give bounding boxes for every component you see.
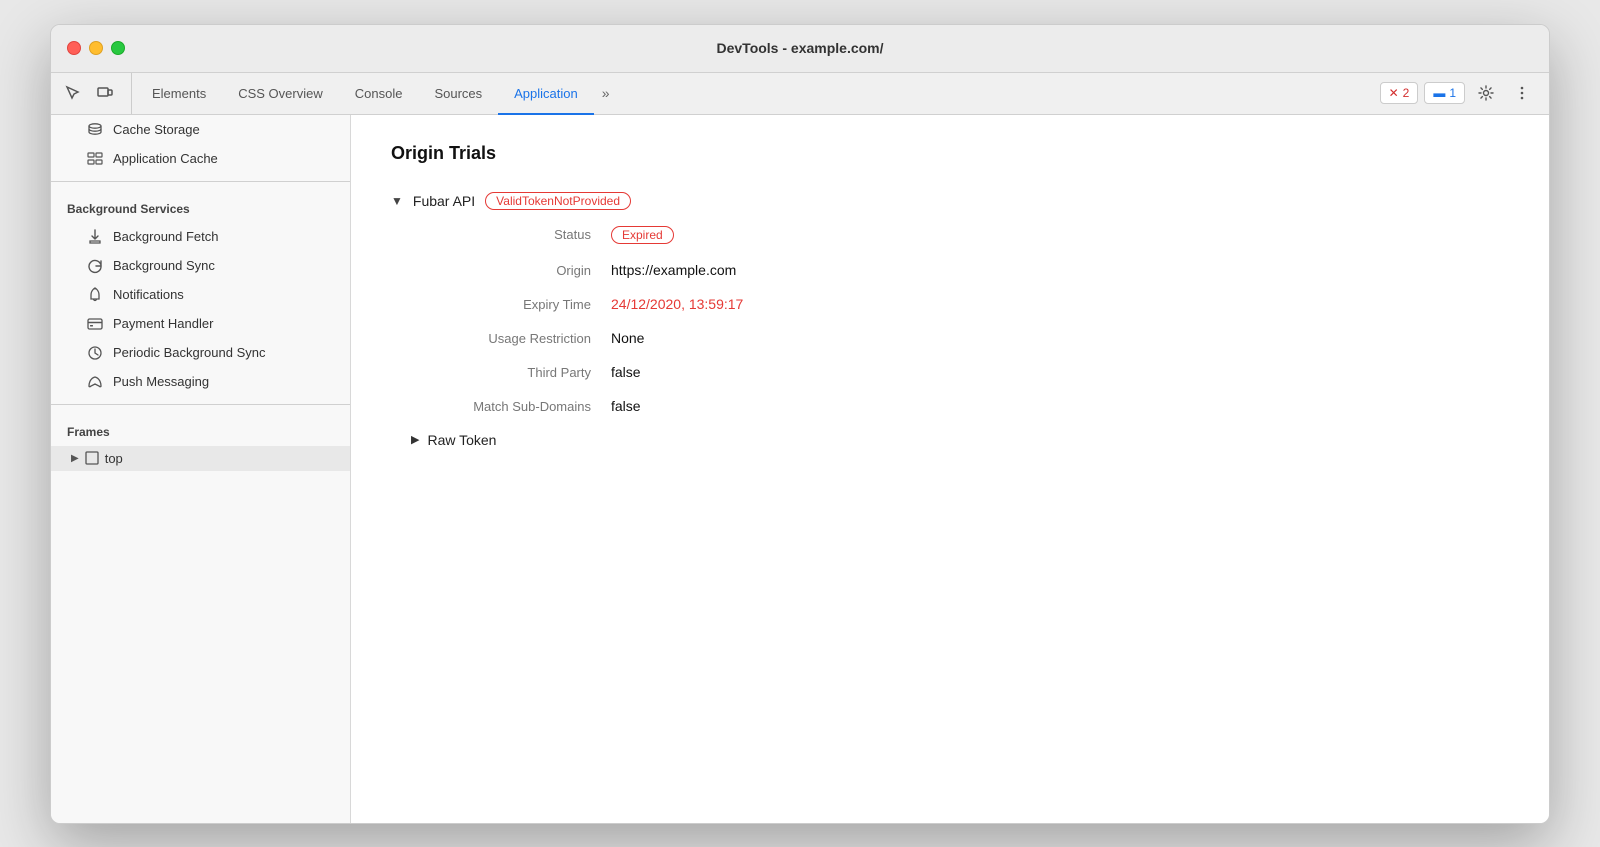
settings-button[interactable] bbox=[1471, 78, 1501, 108]
third-party-value: false bbox=[611, 364, 641, 380]
background-fetch-icon bbox=[87, 229, 103, 245]
cache-storage-icon bbox=[87, 122, 103, 138]
origin-value: https://example.com bbox=[611, 262, 736, 278]
toolbar-icons bbox=[59, 73, 132, 114]
periodic-bg-sync-icon bbox=[87, 345, 103, 361]
usage-label: Usage Restriction bbox=[411, 331, 611, 346]
background-services-header: Background Services bbox=[51, 190, 350, 222]
detail-row-origin: Origin https://example.com bbox=[411, 262, 1111, 278]
frames-top-item[interactable]: ▶ top bbox=[51, 446, 350, 471]
third-party-label: Third Party bbox=[411, 365, 611, 380]
detail-row-expiry: Expiry Time 24/12/2020, 13:59:17 bbox=[411, 296, 1111, 312]
title-bar: DevTools - example.com/ bbox=[51, 25, 1549, 73]
api-header: ▼ Fubar API ValidTokenNotProvided bbox=[391, 192, 1509, 210]
tab-application[interactable]: Application bbox=[498, 74, 594, 115]
tab-console[interactable]: Console bbox=[339, 74, 419, 115]
notifications-label: Notifications bbox=[113, 287, 184, 302]
background-sync-label: Background Sync bbox=[113, 258, 215, 273]
tabs: Elements CSS Overview Console Sources Ap… bbox=[136, 73, 1368, 114]
sidebar-item-cache-storage[interactable]: Cache Storage bbox=[55, 116, 346, 144]
window-title: DevTools - example.com/ bbox=[716, 40, 883, 56]
tab-elements[interactable]: Elements bbox=[136, 74, 222, 115]
sidebar: Cache Storage Application Cache Backgrou… bbox=[51, 115, 351, 823]
tab-sources[interactable]: Sources bbox=[418, 74, 498, 115]
more-options-button[interactable] bbox=[1507, 78, 1537, 108]
raw-token-toggle-icon[interactable]: ▶ bbox=[411, 433, 419, 446]
payment-handler-icon bbox=[87, 316, 103, 332]
device-icon[interactable] bbox=[91, 79, 119, 107]
close-button[interactable] bbox=[67, 41, 81, 55]
raw-token-row: ▶ Raw Token bbox=[411, 432, 1509, 448]
cache-storage-label: Cache Storage bbox=[113, 122, 200, 137]
periodic-bg-sync-label: Periodic Background Sync bbox=[113, 345, 265, 360]
push-messaging-icon bbox=[87, 374, 103, 390]
frame-icon bbox=[85, 451, 99, 465]
expiry-value: 24/12/2020, 13:59:17 bbox=[611, 296, 743, 312]
traffic-lights bbox=[67, 41, 125, 55]
frames-header: Frames bbox=[51, 413, 350, 445]
error-icon: ✕ bbox=[1389, 86, 1399, 100]
background-sync-icon bbox=[87, 258, 103, 274]
maximize-button[interactable] bbox=[111, 41, 125, 55]
tab-css-overview[interactable]: CSS Overview bbox=[222, 74, 339, 115]
sidebar-item-periodic-bg-sync[interactable]: Periodic Background Sync bbox=[55, 339, 346, 367]
error-count: 2 bbox=[1403, 86, 1410, 100]
status-label: Status bbox=[411, 227, 611, 242]
inspect-icon[interactable] bbox=[59, 79, 87, 107]
frames-top-label: top bbox=[105, 451, 123, 466]
info-badge-button[interactable]: ▬ 1 bbox=[1424, 82, 1465, 104]
tab-bar: Elements CSS Overview Console Sources Ap… bbox=[51, 73, 1549, 115]
payment-handler-label: Payment Handler bbox=[113, 316, 213, 331]
push-messaging-label: Push Messaging bbox=[113, 374, 209, 389]
origin-label: Origin bbox=[411, 263, 611, 278]
api-collapse-icon[interactable]: ▼ bbox=[391, 194, 403, 208]
detail-row-subdomains: Match Sub-Domains false bbox=[411, 398, 1111, 414]
detail-row-usage: Usage Restriction None bbox=[411, 330, 1111, 346]
application-cache-icon bbox=[87, 151, 103, 167]
main-content: Cache Storage Application Cache Backgrou… bbox=[51, 115, 1549, 823]
subdomains-value: false bbox=[611, 398, 641, 414]
tab-bar-right: ✕ 2 ▬ 1 bbox=[1368, 73, 1549, 114]
divider-2 bbox=[51, 404, 350, 405]
info-count: 1 bbox=[1449, 86, 1456, 100]
application-cache-label: Application Cache bbox=[113, 151, 218, 166]
status-value: Expired bbox=[611, 226, 674, 244]
sidebar-item-payment-handler[interactable]: Payment Handler bbox=[55, 310, 346, 338]
content-panel: Origin Trials ▼ Fubar API ValidTokenNotP… bbox=[351, 115, 1549, 823]
sidebar-item-application-cache[interactable]: Application Cache bbox=[55, 145, 346, 173]
error-badge-button[interactable]: ✕ 2 bbox=[1380, 82, 1419, 104]
api-name: Fubar API bbox=[413, 193, 475, 209]
minimize-button[interactable] bbox=[89, 41, 103, 55]
page-title: Origin Trials bbox=[391, 143, 1509, 164]
sidebar-item-background-fetch[interactable]: Background Fetch bbox=[55, 223, 346, 251]
detail-row-third-party: Third Party false bbox=[411, 364, 1111, 380]
background-fetch-label: Background Fetch bbox=[113, 229, 219, 244]
detail-row-status: Status Expired bbox=[411, 226, 1111, 244]
frames-toggle-icon: ▶ bbox=[71, 453, 79, 464]
detail-table: Status Expired Origin https://example.co… bbox=[411, 226, 1111, 414]
api-section: ▼ Fubar API ValidTokenNotProvided Status… bbox=[391, 192, 1509, 448]
devtools-window: DevTools - example.com/ Elements CSS Ove… bbox=[50, 24, 1550, 824]
info-icon: ▬ bbox=[1433, 86, 1445, 100]
subdomains-label: Match Sub-Domains bbox=[411, 399, 611, 414]
expiry-label: Expiry Time bbox=[411, 297, 611, 312]
more-tabs-button[interactable]: » bbox=[594, 73, 618, 114]
sidebar-item-notifications[interactable]: Notifications bbox=[55, 281, 346, 309]
notifications-icon bbox=[87, 287, 103, 303]
raw-token-label: Raw Token bbox=[427, 432, 496, 448]
api-badge: ValidTokenNotProvided bbox=[485, 192, 631, 210]
sidebar-item-push-messaging[interactable]: Push Messaging bbox=[55, 368, 346, 396]
usage-value: None bbox=[611, 330, 644, 346]
divider-1 bbox=[51, 181, 350, 182]
sidebar-item-background-sync[interactable]: Background Sync bbox=[55, 252, 346, 280]
